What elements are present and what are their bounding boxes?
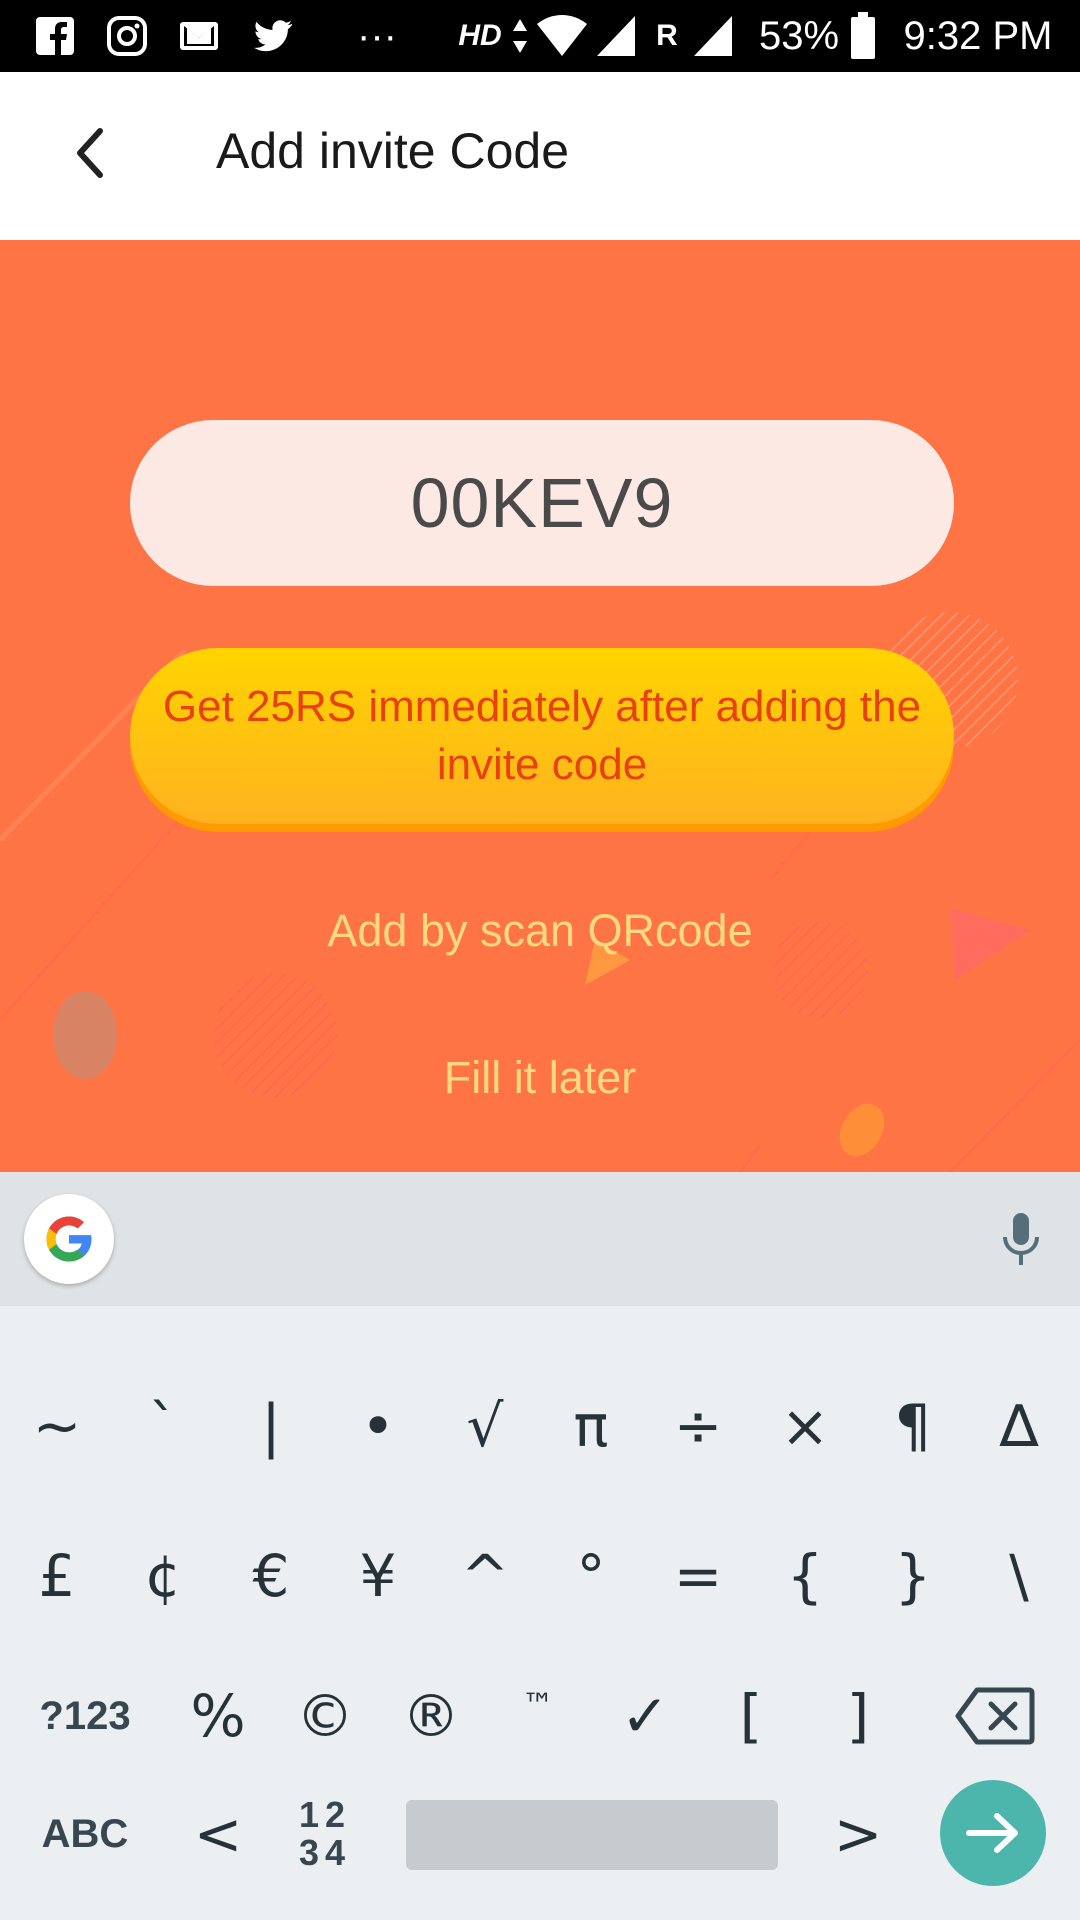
key[interactable]: % (165, 1656, 271, 1776)
backspace-key[interactable] (935, 1656, 1055, 1776)
key[interactable]: ^ (432, 1516, 538, 1636)
arrow-right-icon (966, 1813, 1018, 1853)
symbol-keyboard: ~ ` | • √ π ÷ × ¶ ∆ £ ¢ € ¥ ^ ° = { } \ … (0, 1306, 1080, 1920)
key[interactable]: ] (805, 1656, 911, 1776)
symbols-toggle-key[interactable]: ?123 (20, 1656, 150, 1776)
enter-key[interactable] (940, 1780, 1046, 1886)
wifi-icon (534, 0, 590, 72)
key[interactable]: ™ (485, 1656, 591, 1776)
key[interactable]: ¥ (325, 1516, 431, 1636)
back-button[interactable] (50, 108, 130, 198)
key[interactable]: © (272, 1656, 378, 1776)
twitter-icon (246, 0, 300, 72)
hd-indicator: HD (458, 19, 502, 52)
mic-icon[interactable] (990, 1208, 1052, 1270)
numpad-label-top: 12 (298, 1794, 352, 1835)
space-key[interactable] (406, 1800, 778, 1870)
key[interactable]: = (645, 1516, 751, 1636)
key[interactable]: ∆ (966, 1366, 1072, 1486)
invite-code-value: 00KEV9 (410, 464, 674, 542)
clock: 9:32 PM (903, 13, 1053, 58)
numpad-key[interactable]: 12 34 (272, 1774, 378, 1894)
key[interactable]: [ (698, 1656, 804, 1776)
key[interactable]: × (752, 1366, 858, 1486)
abc-key[interactable]: ABC (25, 1774, 145, 1894)
key[interactable]: • (325, 1366, 431, 1486)
key[interactable]: ~ (4, 1366, 110, 1486)
signal-icon (594, 0, 638, 72)
key[interactable]: | (218, 1366, 324, 1486)
key[interactable]: π (538, 1366, 644, 1486)
key[interactable]: ® (378, 1656, 484, 1776)
roaming-indicator: R (656, 19, 678, 52)
key[interactable]: { (752, 1516, 858, 1636)
key[interactable]: ° (538, 1516, 644, 1636)
battery-icon (848, 0, 878, 72)
key[interactable]: ÷ (645, 1366, 751, 1486)
key[interactable]: € (218, 1516, 324, 1636)
numpad-label-bottom: 34 (298, 1832, 352, 1873)
app-bar: Add invite Code (0, 72, 1080, 240)
status-bar: ··· HD R 53% 9:32 PM (0, 0, 1080, 72)
key[interactable]: √ (432, 1366, 538, 1486)
scan-qrcode-link[interactable]: Add by scan QRcode (0, 905, 1080, 957)
key[interactable]: > (805, 1774, 911, 1894)
add-invite-code-button[interactable]: Get 25RS immediately after adding the in… (130, 648, 954, 824)
key[interactable]: \ (966, 1516, 1072, 1636)
promo-text: Get 25RS immediately after adding the in… (162, 682, 922, 789)
key[interactable]: < (165, 1774, 271, 1894)
invite-panel: 00KEV9 Get 25RS immediately after adding… (0, 240, 1080, 1172)
key[interactable]: £ (4, 1516, 110, 1636)
page-title: Add invite Code (216, 123, 570, 179)
key[interactable]: ¶ (860, 1366, 966, 1486)
key[interactable]: ✓ (592, 1656, 698, 1776)
gmail-icon (174, 0, 224, 72)
google-icon[interactable] (24, 1194, 114, 1284)
more-icon: ··· (357, 13, 397, 58)
fill-later-link[interactable]: Fill it later (0, 1052, 1080, 1104)
key[interactable]: ¢ (110, 1516, 216, 1636)
invite-code-input[interactable]: 00KEV9 (130, 420, 954, 586)
keyboard-toolbar (0, 1172, 1080, 1306)
key[interactable]: ` (110, 1366, 216, 1486)
data-arrows-icon (508, 0, 532, 72)
key[interactable]: } (860, 1516, 966, 1636)
battery-percent: 53% (758, 13, 840, 58)
chevron-left-icon (77, 128, 103, 178)
backspace-icon (955, 1687, 1035, 1745)
signal-icon (690, 0, 736, 72)
instagram-icon (102, 0, 152, 72)
facebook-icon (30, 0, 80, 72)
